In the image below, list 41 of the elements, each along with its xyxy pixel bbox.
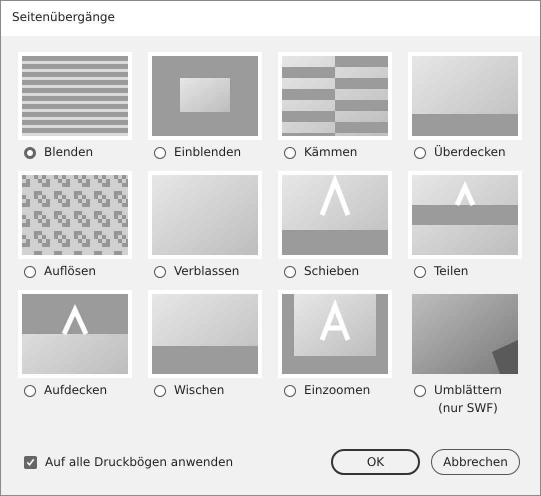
radio-button[interactable] bbox=[24, 147, 36, 159]
window-title: Seitenübergänge bbox=[1, 1, 540, 36]
transition-label: Einzoomen bbox=[304, 383, 370, 397]
transition-thumbnail[interactable] bbox=[148, 52, 262, 140]
transition-label: Blenden bbox=[44, 145, 94, 159]
ok-button[interactable]: OK bbox=[331, 449, 420, 475]
transition-thumbnail[interactable] bbox=[18, 171, 132, 259]
cancel-button[interactable]: Abbrechen bbox=[431, 449, 520, 475]
transition-thumbnail[interactable] bbox=[148, 290, 262, 378]
transition-thumbnail[interactable] bbox=[408, 52, 522, 140]
radio-button[interactable] bbox=[154, 385, 166, 397]
radio-button[interactable] bbox=[24, 266, 36, 278]
transition-label: Wischen bbox=[174, 383, 224, 397]
transition-thumbnail[interactable] bbox=[148, 171, 262, 259]
transition-label: Umblättern bbox=[434, 383, 502, 397]
transition-label: Überdecken bbox=[434, 145, 506, 159]
radio-button[interactable] bbox=[284, 266, 296, 278]
radio-button[interactable] bbox=[154, 266, 166, 278]
transition-label: Teilen bbox=[434, 264, 468, 278]
checkbox-label: Auf alle Druckbögen anwenden bbox=[45, 455, 234, 469]
transition-thumbnail[interactable] bbox=[278, 290, 392, 378]
transition-label: Aufdecken bbox=[44, 383, 108, 397]
transition-label: Kämmen bbox=[304, 145, 358, 159]
transition-note: (nur SWF) bbox=[438, 401, 498, 415]
transition-label: Einblenden bbox=[174, 145, 242, 159]
radio-button[interactable] bbox=[24, 385, 36, 397]
radio-button[interactable] bbox=[284, 147, 296, 159]
radio-button[interactable] bbox=[414, 385, 426, 397]
transition-label: Verblassen bbox=[174, 264, 240, 278]
transition-thumbnail[interactable] bbox=[278, 52, 392, 140]
transition-thumbnail[interactable] bbox=[18, 52, 132, 140]
radio-button[interactable] bbox=[154, 147, 166, 159]
transition-label: Auflösen bbox=[44, 264, 96, 278]
transition-thumbnail[interactable] bbox=[278, 171, 392, 259]
transition-label: Schieben bbox=[304, 264, 360, 278]
radio-button[interactable] bbox=[414, 147, 426, 159]
radio-button[interactable] bbox=[414, 266, 426, 278]
transition-thumbnail[interactable] bbox=[18, 290, 132, 378]
transition-thumbnail[interactable] bbox=[408, 171, 522, 259]
checkbox[interactable] bbox=[24, 456, 37, 468]
radio-button[interactable] bbox=[284, 385, 296, 397]
